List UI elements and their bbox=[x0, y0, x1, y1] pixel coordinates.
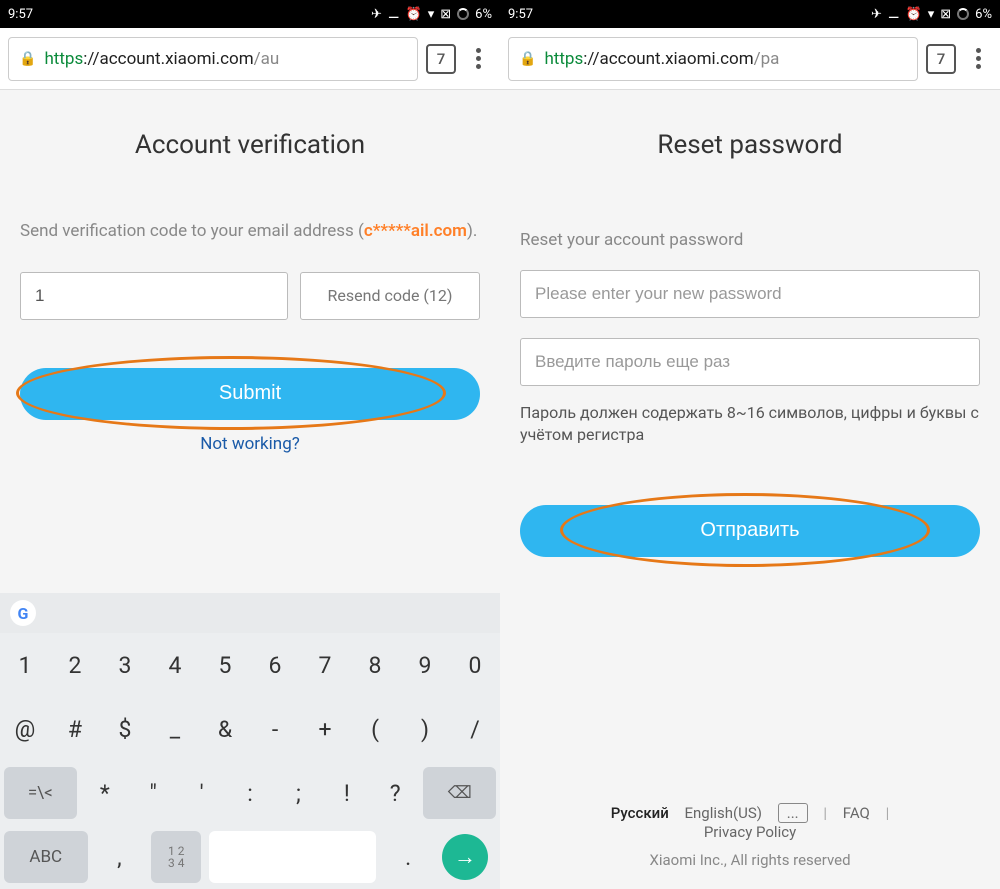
clock: 9:57 bbox=[508, 7, 533, 22]
key-star[interactable]: * bbox=[81, 761, 129, 825]
key-5[interactable]: 5 bbox=[200, 633, 250, 697]
key-4[interactable]: 4 bbox=[150, 633, 200, 697]
url-bar[interactable]: 🔒 https://account.xiaomi.com/pa bbox=[508, 37, 918, 81]
browser-toolbar: 🔒 https://account.xiaomi.com/au 7 bbox=[0, 28, 500, 90]
airplane-off-icon: ✈ bbox=[871, 7, 882, 22]
key-underscore[interactable]: _ bbox=[150, 697, 200, 761]
tab-switcher[interactable]: 7 bbox=[926, 44, 956, 74]
key-symbols[interactable]: =\< bbox=[4, 767, 77, 819]
lock-icon: 🔒 bbox=[19, 51, 36, 67]
resend-code-button[interactable]: Resend code (12) bbox=[300, 272, 480, 320]
key-3[interactable]: 3 bbox=[100, 633, 150, 697]
key-squote[interactable]: ' bbox=[177, 761, 225, 825]
key-backspace[interactable]: ⌫ bbox=[423, 767, 496, 819]
keyboard-row-2: @ # $ _ & - + ( ) / bbox=[0, 697, 500, 761]
alarm-icon: ⏰ bbox=[906, 7, 922, 22]
copyright-text: Xiaomi Inc., All rights reserved bbox=[500, 851, 1000, 869]
overflow-menu-icon[interactable] bbox=[464, 48, 492, 69]
lock-icon: 🔒 bbox=[519, 51, 536, 67]
wifi-icon: ▾ bbox=[928, 7, 935, 22]
status-icons: ✈ ⚊ ⏰ ▾ ⊠ 6% bbox=[871, 7, 992, 22]
key-7[interactable]: 7 bbox=[300, 633, 350, 697]
masked-email: c*****ail.com bbox=[364, 221, 467, 241]
battery-text: 6% bbox=[975, 7, 992, 22]
battery-text: 6% bbox=[475, 7, 492, 22]
key-numpad[interactable]: 1 23 4 bbox=[151, 831, 201, 883]
key-space[interactable] bbox=[209, 831, 376, 883]
page-footer: Русский English(US) ... | FAQ | Privacy … bbox=[500, 803, 1000, 869]
on-screen-keyboard: G 1 2 3 4 5 6 7 8 9 0 @ # $ _ & - + bbox=[0, 593, 500, 889]
instruction-text: Send verification code to your email add… bbox=[20, 220, 480, 244]
bluetooth-icon: ⚊ bbox=[888, 7, 900, 22]
overflow-menu-icon[interactable] bbox=[964, 48, 992, 69]
key-dollar[interactable]: $ bbox=[100, 697, 150, 761]
password-hint: Пароль должен содержать 8~16 символов, ц… bbox=[520, 402, 980, 447]
more-languages-button[interactable]: ... bbox=[778, 803, 808, 823]
airplane-off-icon: ✈ bbox=[371, 7, 382, 22]
phone-screen-right: 9:57 ✈ ⚊ ⏰ ▾ ⊠ 6% 🔒 https://account.xiao… bbox=[500, 0, 1000, 889]
status-bar: 9:57 ✈ ⚊ ⏰ ▾ ⊠ 6% bbox=[500, 0, 1000, 28]
key-abc[interactable]: ABC bbox=[4, 831, 88, 883]
privacy-link[interactable]: Privacy Policy bbox=[704, 823, 796, 841]
key-8[interactable]: 8 bbox=[350, 633, 400, 697]
key-semicolon[interactable]: ; bbox=[274, 761, 322, 825]
instruction-text: Reset your account password bbox=[520, 230, 980, 250]
key-dot[interactable]: . bbox=[380, 825, 436, 889]
key-amp[interactable]: & bbox=[200, 697, 250, 761]
close-box-icon: ⊠ bbox=[440, 7, 451, 22]
keyboard-row-3: =\< * " ' : ; ! ? ⌫ bbox=[0, 761, 500, 825]
wifi-icon: ▾ bbox=[428, 7, 435, 22]
key-minus[interactable]: - bbox=[250, 697, 300, 761]
bluetooth-icon: ⚊ bbox=[388, 7, 400, 22]
google-icon[interactable]: G bbox=[10, 600, 36, 626]
page-title: Account verification bbox=[20, 130, 480, 160]
keyboard-row-1: 1 2 3 4 5 6 7 8 9 0 bbox=[0, 633, 500, 697]
key-rparen[interactable]: ) bbox=[400, 697, 450, 761]
page-content-right: Reset password Reset your account passwo… bbox=[500, 90, 1000, 889]
new-password-input[interactable] bbox=[520, 270, 980, 318]
key-1[interactable]: 1 bbox=[0, 633, 50, 697]
key-lparen[interactable]: ( bbox=[350, 697, 400, 761]
key-colon[interactable]: : bbox=[226, 761, 274, 825]
key-enter[interactable]: → bbox=[442, 834, 488, 880]
close-box-icon: ⊠ bbox=[940, 7, 951, 22]
loading-icon bbox=[957, 8, 969, 20]
phone-screen-left: 9:57 ✈ ⚊ ⏰ ▾ ⊠ 6% 🔒 https://account.xiao… bbox=[0, 0, 500, 889]
status-icons: ✈ ⚊ ⏰ ▾ ⊠ 6% bbox=[371, 7, 492, 22]
browser-toolbar: 🔒 https://account.xiaomi.com/pa 7 bbox=[500, 28, 1000, 90]
alarm-icon: ⏰ bbox=[406, 7, 422, 22]
key-hash[interactable]: # bbox=[50, 697, 100, 761]
key-comma[interactable]: , bbox=[92, 825, 148, 889]
status-bar: 9:57 ✈ ⚊ ⏰ ▾ ⊠ 6% bbox=[0, 0, 500, 28]
key-plus[interactable]: + bbox=[300, 697, 350, 761]
key-9[interactable]: 9 bbox=[400, 633, 450, 697]
verification-code-input[interactable] bbox=[20, 272, 288, 320]
tab-switcher[interactable]: 7 bbox=[426, 44, 456, 74]
key-question[interactable]: ? bbox=[371, 761, 419, 825]
lang-russian-link[interactable]: Русский bbox=[611, 804, 669, 822]
key-0[interactable]: 0 bbox=[450, 633, 500, 697]
faq-link[interactable]: FAQ bbox=[843, 804, 870, 822]
page-title: Reset password bbox=[520, 130, 980, 160]
key-6[interactable]: 6 bbox=[250, 633, 300, 697]
clock: 9:57 bbox=[8, 7, 33, 22]
key-bang[interactable]: ! bbox=[323, 761, 371, 825]
repeat-password-input[interactable] bbox=[520, 338, 980, 386]
key-2[interactable]: 2 bbox=[50, 633, 100, 697]
submit-button[interactable]: Отправить bbox=[520, 505, 980, 557]
key-dquote[interactable]: " bbox=[129, 761, 177, 825]
keyboard-suggestion-bar: G bbox=[0, 593, 500, 633]
url-bar[interactable]: 🔒 https://account.xiaomi.com/au bbox=[8, 37, 418, 81]
loading-icon bbox=[457, 8, 469, 20]
lang-english-link[interactable]: English(US) bbox=[685, 804, 763, 822]
keyboard-row-4: ABC , 1 23 4 . → bbox=[0, 825, 500, 889]
key-at[interactable]: @ bbox=[0, 697, 50, 761]
key-slash[interactable]: / bbox=[450, 697, 500, 761]
submit-button[interactable]: Submit bbox=[20, 368, 480, 420]
not-working-link[interactable]: Not working? bbox=[20, 434, 480, 454]
